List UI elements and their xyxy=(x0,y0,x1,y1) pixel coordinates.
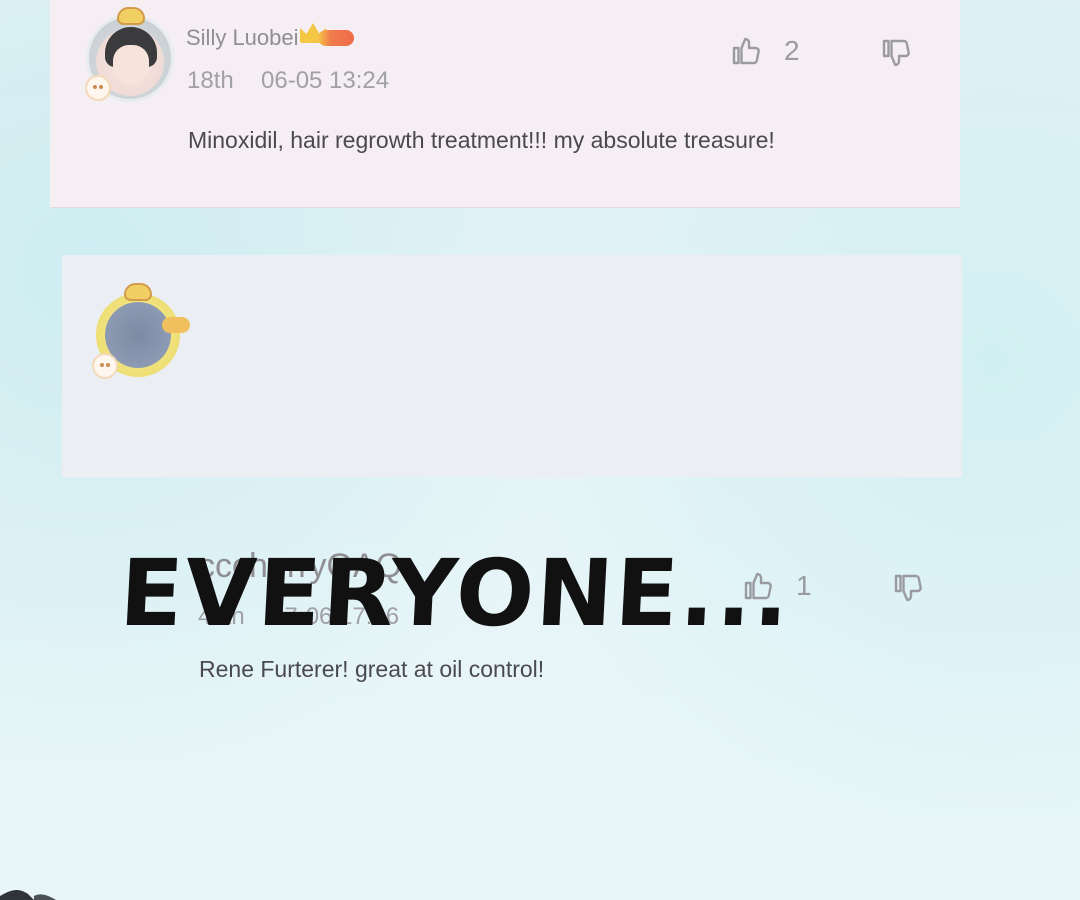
comment-card: cccherryQAQ 40th 07-06 17:36 Rene Furter… xyxy=(62,255,962,682)
user-level-badge xyxy=(300,22,354,48)
avatar[interactable] xyxy=(92,283,190,379)
like-count: 2 xyxy=(784,35,800,66)
corner-artifact xyxy=(0,878,60,900)
like-count: 1 xyxy=(796,570,812,601)
comment-text: Minoxidil, hair regrowth treatment!!! my… xyxy=(188,127,775,153)
dislike-button[interactable] xyxy=(890,570,926,606)
thumbs-down-icon xyxy=(882,39,910,67)
floor-number: 18th xyxy=(187,67,234,94)
dislike-button[interactable] xyxy=(878,35,914,71)
timestamp: 06-05 13:24 xyxy=(261,67,390,94)
comment-text: Rene Furterer! great at oil control! xyxy=(199,656,545,682)
username[interactable]: Silly Luobei xyxy=(186,25,299,51)
chick-badge-icon xyxy=(92,353,118,379)
avatar-face xyxy=(113,45,149,85)
chick-crest-icon xyxy=(117,7,145,25)
avatar-tag xyxy=(162,317,190,333)
comment-card: Silly Luobei 18th 06-05 13:24 Minoxidil,… xyxy=(50,0,960,208)
like-button[interactable]: 2 xyxy=(728,33,800,69)
chick-badge-icon xyxy=(85,75,111,101)
thumbs-up-icon xyxy=(732,37,760,65)
caption-text: EVERYONE... xyxy=(117,540,794,647)
level-pill xyxy=(318,30,354,46)
thumbs-down-icon xyxy=(894,574,922,602)
avatar[interactable] xyxy=(85,7,174,102)
chick-crest-icon xyxy=(124,283,152,301)
